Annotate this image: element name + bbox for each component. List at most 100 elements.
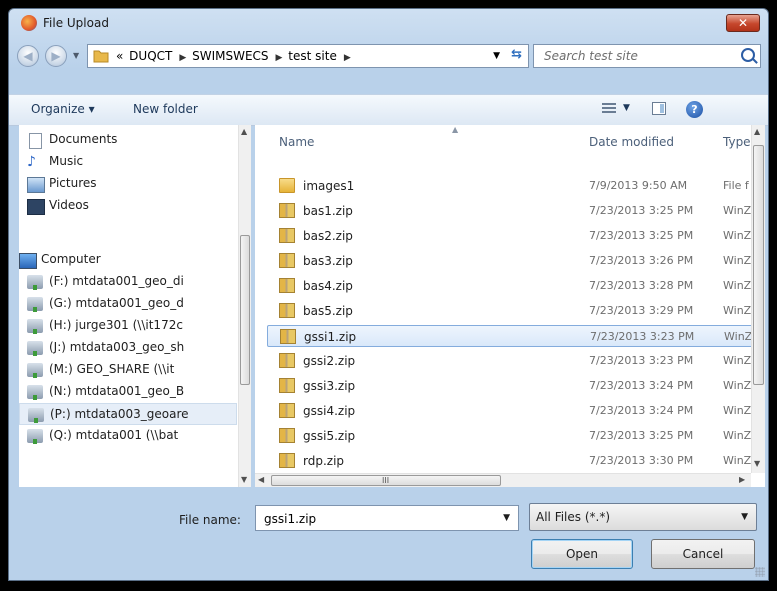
- scrollbar-thumb[interactable]: [240, 235, 250, 385]
- search-box[interactable]: [533, 44, 761, 68]
- file-list-vertical-scrollbar[interactable]: ▲ ▼: [751, 125, 765, 473]
- file-row-gssi3[interactable]: gssi3.zip 7/23/2013 3:24 PM WinZ: [267, 375, 753, 397]
- file-row-gssi1[interactable]: gssi1.zip 7/23/2013 3:23 PM WinZ: [267, 325, 753, 347]
- file-row-gssi4[interactable]: gssi4.zip 7/23/2013 3:24 PM WinZ: [267, 400, 753, 422]
- chevron-down-icon[interactable]: ▼: [503, 513, 510, 523]
- breadcrumb-separator-icon[interactable]: ▶: [179, 53, 186, 63]
- file-row-bas4[interactable]: bas4.zip 7/23/2013 3:28 PM WinZ: [267, 275, 753, 297]
- column-header-name[interactable]: Name: [279, 135, 314, 149]
- breadcrumb-separator-icon[interactable]: ▶: [276, 53, 283, 63]
- file-date-modified: 7/23/2013 3:30 PM: [589, 454, 694, 467]
- scroll-right-icon[interactable]: ▶: [739, 475, 745, 484]
- scroll-down-icon[interactable]: ▼: [241, 475, 247, 484]
- close-button[interactable]: ✕: [726, 14, 760, 32]
- file-date-modified: 7/23/2013 3:25 PM: [589, 429, 694, 442]
- preview-pane-icon[interactable]: [652, 102, 666, 115]
- music-icon: ♪: [27, 154, 36, 170]
- network-drive-icon: [27, 297, 43, 312]
- file-list-horizontal-scrollbar[interactable]: ◀ III ▶: [255, 473, 751, 487]
- breadcrumb-item-swimswecs[interactable]: SWIMSWECS: [192, 49, 268, 63]
- network-drive-icon: [27, 341, 43, 356]
- file-row-bas1[interactable]: bas1.zip 7/23/2013 3:25 PM WinZ: [267, 200, 753, 222]
- file-type: WinZ: [723, 404, 752, 417]
- sidebar-item-label: Documents: [49, 132, 118, 146]
- scroll-up-icon[interactable]: ▲: [241, 127, 247, 136]
- scrollbar-thumb[interactable]: III: [271, 475, 501, 486]
- folder-icon: [279, 178, 295, 193]
- sidebar-item-documents[interactable]: Documents: [19, 129, 237, 151]
- sidebar-item-computer[interactable]: Computer: [19, 249, 237, 271]
- window-title: File Upload: [43, 16, 109, 30]
- file-row-bas2[interactable]: bas2.zip 7/23/2013 3:25 PM WinZ: [267, 225, 753, 247]
- firefox-app-icon: [21, 15, 37, 31]
- file-row-rdp[interactable]: rdp.zip 7/23/2013 3:30 PM WinZ: [267, 450, 753, 472]
- open-button[interactable]: Open: [531, 539, 633, 569]
- organize-button[interactable]: Organize ▾: [31, 102, 95, 116]
- scroll-up-icon[interactable]: ▲: [754, 127, 760, 136]
- file-name-combobox[interactable]: ▼: [255, 505, 519, 531]
- breadcrumb-separator-icon[interactable]: ▶: [344, 53, 351, 63]
- navigation-pane-scrollbar[interactable]: ▲ ▼: [238, 125, 251, 487]
- navigation-bar: ◀ ▶ ▼ « DUQCT ▶ SWIMSWECS ▶ test site ▶ ▼ ⇆: [9, 39, 768, 73]
- sidebar-item-drive-j[interactable]: (J:) mtdata003_geo_sh: [19, 337, 237, 359]
- view-options-dropdown-icon[interactable]: ▼: [623, 103, 630, 113]
- title-bar[interactable]: File Upload ✕: [9, 9, 768, 39]
- recent-pages-dropdown-icon[interactable]: ▼: [73, 51, 79, 60]
- resize-grip-icon[interactable]: [755, 567, 765, 577]
- scroll-left-icon[interactable]: ◀: [258, 475, 264, 484]
- sidebar-item-drive-p[interactable]: (P:) mtdata003_geoare: [19, 403, 237, 425]
- search-icon[interactable]: [741, 48, 755, 62]
- file-row-bas5[interactable]: bas5.zip 7/23/2013 3:29 PM WinZ: [267, 300, 753, 322]
- help-icon[interactable]: ?: [686, 101, 703, 118]
- file-type-filter-select[interactable]: All Files (*.*) ▼: [529, 503, 757, 531]
- sidebar-item-drive-q[interactable]: (Q:) mtdata001 (\\bat: [19, 425, 237, 447]
- sidebar-item-drive-g[interactable]: (G:) mtdata001_geo_d: [19, 293, 237, 315]
- column-header-type[interactable]: Type: [723, 135, 751, 149]
- file-row-gssi5[interactable]: gssi5.zip 7/23/2013 3:25 PM WinZ: [267, 425, 753, 447]
- breadcrumb-item-duqct[interactable]: DUQCT: [129, 49, 172, 63]
- file-date-modified: 7/23/2013 3:25 PM: [589, 204, 694, 217]
- sidebar-item-drive-h[interactable]: (H:) jurge301 (\\it172c: [19, 315, 237, 337]
- breadcrumb: « DUQCT ▶ SWIMSWECS ▶ test site ▶: [116, 49, 353, 63]
- file-name-input[interactable]: [262, 511, 486, 527]
- file-type-filter-value: All Files (*.*): [536, 510, 611, 524]
- file-date-modified: 7/23/2013 3:29 PM: [589, 304, 694, 317]
- file-row-gssi2[interactable]: gssi2.zip 7/23/2013 3:23 PM WinZ: [267, 350, 753, 372]
- search-input[interactable]: [542, 48, 726, 64]
- file-date-modified: 7/23/2013 3:24 PM: [589, 379, 694, 392]
- breadcrumb-overflow[interactable]: «: [116, 49, 123, 63]
- sidebar-item-music[interactable]: ♪ Music: [19, 151, 237, 173]
- file-name: bas4.zip: [303, 279, 353, 293]
- address-bar[interactable]: « DUQCT ▶ SWIMSWECS ▶ test site ▶ ▼ ⇆: [87, 44, 529, 68]
- file-date-modified: 7/23/2013 3:26 PM: [589, 254, 694, 267]
- column-header-date-modified[interactable]: Date modified: [589, 135, 674, 149]
- file-type: WinZ: [724, 330, 753, 343]
- back-button[interactable]: ◀: [17, 45, 39, 67]
- zip-icon: [279, 453, 295, 468]
- sidebar-item-pictures[interactable]: Pictures: [19, 173, 237, 195]
- sidebar-item-label: Computer: [41, 252, 101, 266]
- sidebar-item-drive-m[interactable]: (M:) GEO_SHARE (\\it: [19, 359, 237, 381]
- zip-icon: [279, 228, 295, 243]
- change-view-icon[interactable]: [602, 103, 616, 115]
- file-date-modified: 7/23/2013 3:23 PM: [589, 354, 694, 367]
- file-name: bas1.zip: [303, 204, 353, 218]
- cancel-button[interactable]: Cancel: [651, 539, 755, 569]
- refresh-icon[interactable]: ⇆: [511, 47, 522, 62]
- address-history-dropdown-icon[interactable]: ▼: [493, 51, 500, 61]
- file-row-bas3[interactable]: bas3.zip 7/23/2013 3:26 PM WinZ: [267, 250, 753, 272]
- scrollbar-thumb[interactable]: [753, 145, 764, 385]
- command-bar: Organize ▾ New folder ▼ ?: [9, 94, 768, 126]
- sidebar-item-videos[interactable]: Videos: [19, 195, 237, 217]
- new-folder-button[interactable]: New folder: [133, 102, 198, 116]
- zip-icon: [279, 428, 295, 443]
- navigation-pane: Documents ♪ Music Pictures Videos Comput…: [19, 125, 251, 487]
- breadcrumb-item-test-site[interactable]: test site: [288, 49, 337, 63]
- scroll-down-icon[interactable]: ▼: [754, 459, 760, 468]
- file-row-images1[interactable]: images1 7/9/2013 9:50 AM File f: [267, 175, 753, 197]
- sidebar-item-drive-f[interactable]: (F:) mtdata001_geo_di: [19, 271, 237, 293]
- sidebar-item-drive-n[interactable]: (N:) mtdata001_geo_B: [19, 381, 237, 403]
- sidebar-item-label: (N:) mtdata001_geo_B: [49, 384, 185, 398]
- sidebar-item-label: (H:) jurge301 (\\it172c: [49, 318, 183, 332]
- forward-button[interactable]: ▶: [45, 45, 67, 67]
